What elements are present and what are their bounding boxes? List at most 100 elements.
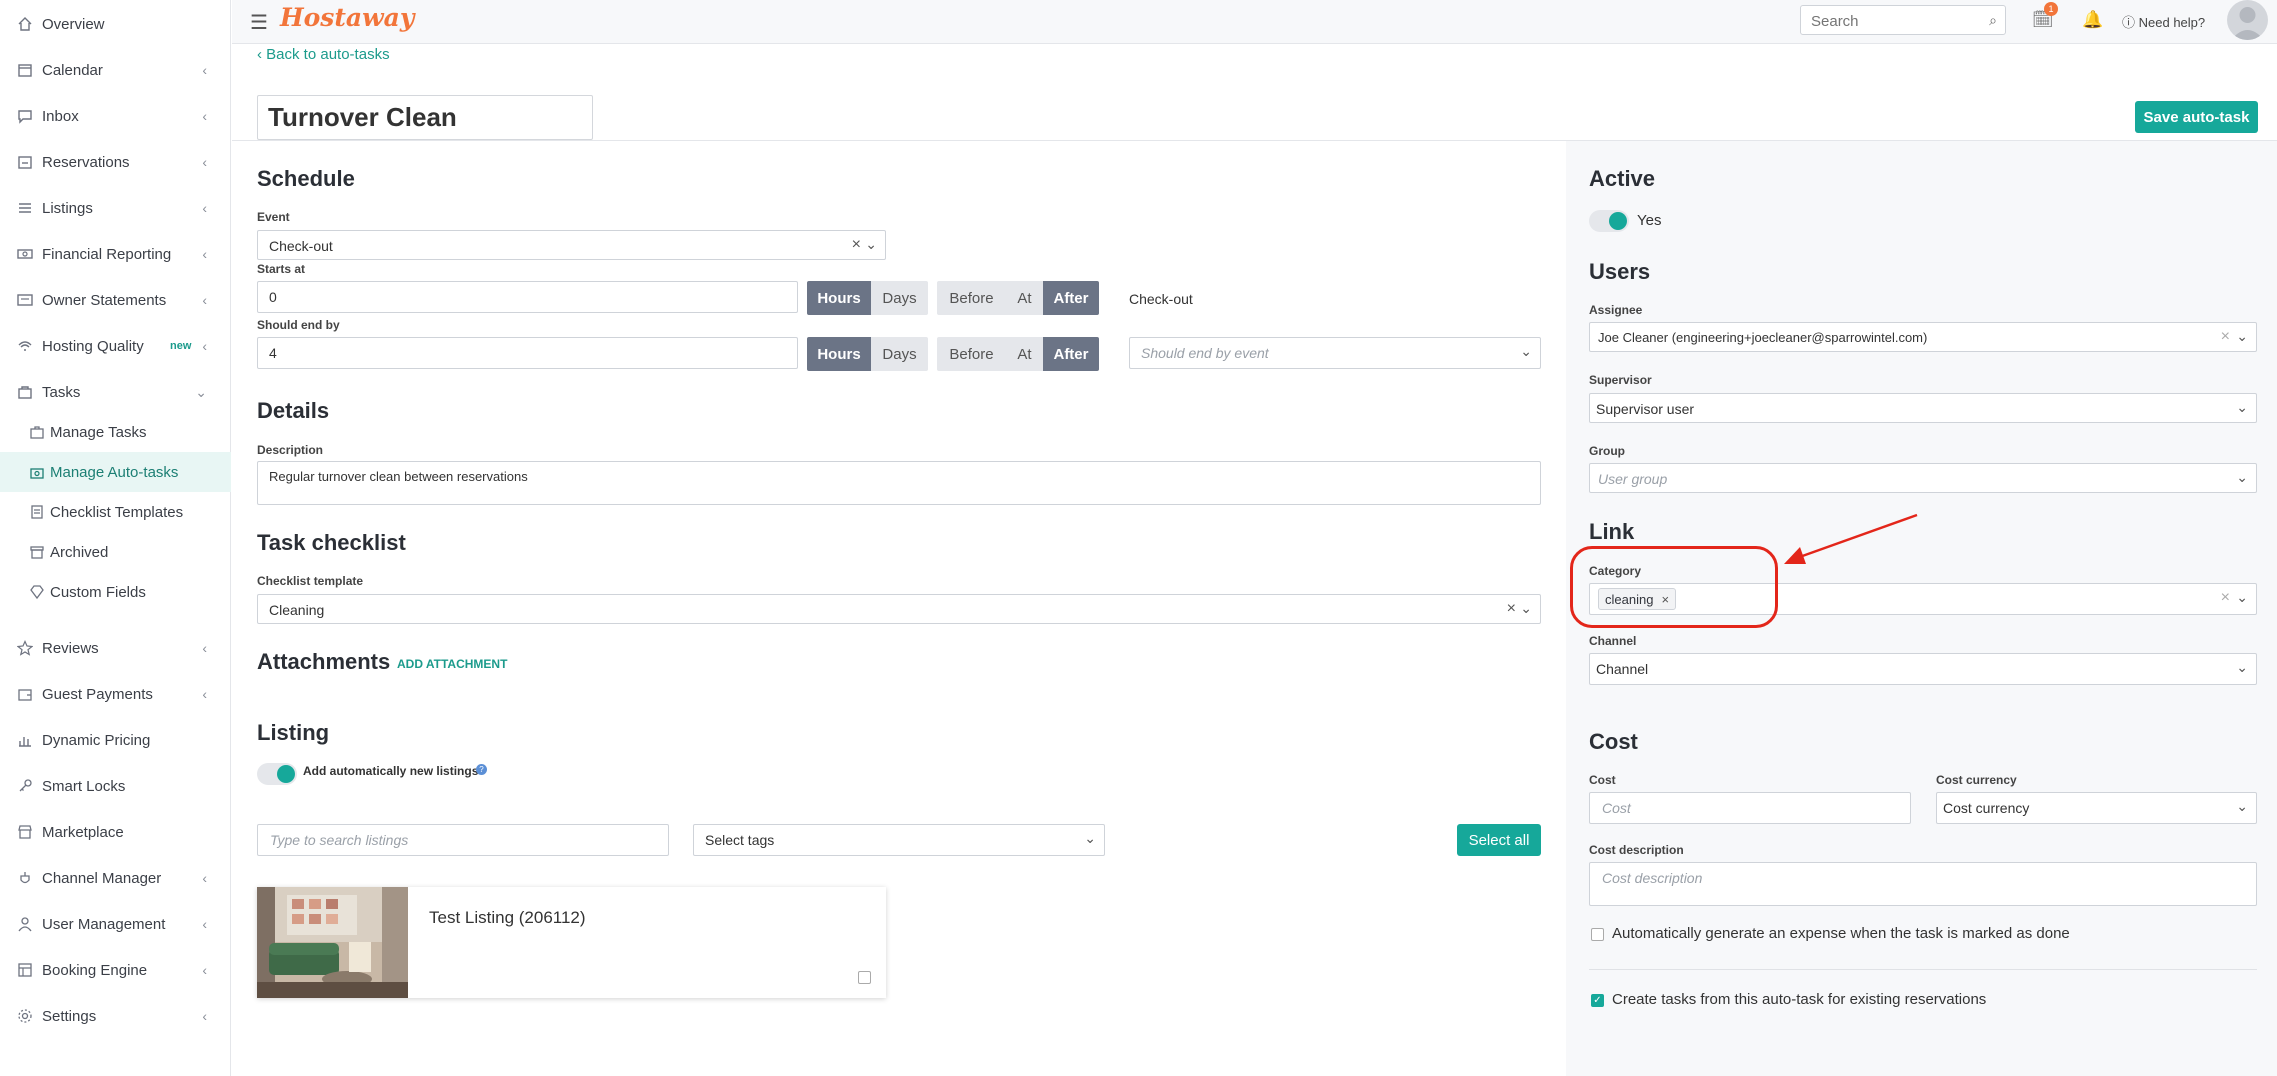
description-textarea[interactable]: Regular turnover clean between reservati… [257,461,1541,505]
cost-description-input[interactable] [1600,869,2230,887]
clear-icon[interactable]: × [1507,600,1516,618]
checklist-template-value: Cleaning [269,602,325,618]
hours-button[interactable]: Hours [807,337,871,371]
chevron-down-icon[interactable]: ⌄ [2236,798,2248,815]
event-select[interactable]: Check-out × ⌄ [257,230,886,260]
starts-event-text: Check-out [1129,291,1193,307]
channel-icon [15,868,35,888]
listing-search-field[interactable] [257,824,669,856]
sidebar-item-label: Inbox [42,107,79,125]
add-attachment-link[interactable]: ADD ATTACHMENT [397,657,507,671]
sidebar-item-smart-locks[interactable]: Smart Locks [0,766,231,806]
sidebar-item-manage-auto-tasks[interactable]: Manage Auto-tasks [0,452,231,492]
search-input[interactable] [1809,12,1979,31]
before-button[interactable]: Before [937,281,1006,315]
after-button[interactable]: After [1043,281,1099,315]
before-button[interactable]: Before [937,337,1006,371]
sidebar-item-guest-payments[interactable]: Guest Payments ‹ [0,674,231,714]
sidebar-item-user-management[interactable]: User Management ‹ [0,904,231,944]
sidebar-item-inbox[interactable]: Inbox ‹ [0,96,231,136]
avatar[interactable] [2227,0,2268,40]
sidebar-item-label: Dynamic Pricing [42,731,151,749]
bell-icon[interactable]: 🔔 [2082,10,2103,30]
sidebar-item-manage-tasks[interactable]: Manage Tasks [0,412,231,452]
hours-button[interactable]: Hours [807,281,871,315]
sidebar-item-tasks[interactable]: Tasks ⌄ [0,372,231,412]
info-icon[interactable]: ? [476,764,487,775]
active-toggle[interactable] [1589,210,1629,232]
cost-description-field[interactable] [1589,862,2257,906]
remove-tag-icon[interactable]: × [1661,592,1669,607]
chevron-down-icon[interactable]: ⌄ [2236,328,2248,345]
supervisor-select[interactable]: Supervisor user ⌄ [1589,393,2257,423]
listing-card[interactable]: Test Listing (206112) [257,887,886,998]
save-auto-task-button[interactable]: Save auto-task [2135,101,2258,133]
search-icon[interactable]: ⌕ [1989,12,1997,29]
chevron-left-icon: ‹ [257,46,267,63]
days-button[interactable]: Days [871,281,928,315]
chevron-down-icon[interactable]: ⌄ [2236,399,2248,416]
starts-at-input[interactable]: 0 [257,281,798,313]
sidebar-item-reviews[interactable]: Reviews ‹ [0,628,231,668]
sidebar-item-checklist-templates[interactable]: Checklist Templates [0,492,231,532]
channel-select[interactable]: Channel ⌄ [1589,653,2257,685]
sidebar-item-booking-engine[interactable]: Booking Engine ‹ [0,950,231,990]
sidebar-item-channel-manager[interactable]: Channel Manager ‹ [0,858,231,898]
clear-icon[interactable]: × [2221,328,2230,346]
back-to-auto-tasks-link[interactable]: ‹ Back to auto-tasks [257,46,390,63]
home-icon [15,14,35,34]
group-label: Group [1589,444,1625,458]
chevron-down-icon[interactable]: ⌄ [1520,343,1532,360]
after-button[interactable]: After [1043,337,1099,371]
chevron-down-icon[interactable]: ⌄ [2236,469,2248,486]
task-title-input[interactable] [257,95,593,140]
cost-input[interactable] [1600,799,1890,817]
chevron-down-icon[interactable]: ⌄ [1520,600,1532,617]
cost-field[interactable] [1589,792,1911,824]
cost-currency-select[interactable]: Cost currency ⌄ [1936,792,2257,824]
select-tags-dropdown[interactable]: Select tags ⌄ [693,824,1105,856]
days-button[interactable]: Days [871,337,928,371]
search-box[interactable]: ⌕ [1800,5,2006,35]
help-link[interactable]: ⓘ Need help? [2122,12,2205,31]
sidebar-item-hosting-quality[interactable]: Hosting Quality new ‹ [0,326,231,366]
sidebar-item-dynamic-pricing[interactable]: Dynamic Pricing [0,720,231,760]
sidebar-item-settings[interactable]: Settings ‹ [0,996,231,1036]
sidebar-item-custom-fields[interactable]: Custom Fields [0,572,231,612]
at-button[interactable]: At [1006,281,1043,315]
listing-search-input[interactable] [268,831,453,849]
listing-select-checkbox[interactable] [858,971,871,984]
gear-icon [15,1006,35,1026]
auto-expense-checkbox[interactable] [1591,928,1604,941]
sidebar-item-label: Settings [42,1007,97,1025]
checklist-template-select[interactable]: Cleaning × ⌄ [257,594,1541,624]
chevron-down-icon[interactable]: ⌄ [2236,589,2248,606]
chevron-left-icon: ‹ [202,916,207,932]
chevron-down-icon[interactable]: ⌄ [1084,830,1096,847]
group-select[interactable]: User group ⌄ [1589,463,2257,493]
auto-add-listings-toggle[interactable] [257,763,297,785]
clear-icon[interactable]: × [2221,589,2230,607]
active-value: Yes [1637,212,1662,229]
sidebar-item-reservations[interactable]: Reservations ‹ [0,142,231,182]
sidebar-item-archived[interactable]: Archived [0,532,231,572]
hamburger-menu-icon[interactable]: ☰ [250,10,268,35]
chevron-down-icon[interactable]: ⌄ [865,236,877,253]
hostaway-logo[interactable]: Hostaway [280,3,414,32]
select-all-button[interactable]: Select all [1457,824,1541,856]
chevron-down-icon[interactable]: ⌄ [2236,659,2248,676]
assignee-select[interactable]: Joe Cleaner (engineering+joecleaner@spar… [1589,322,2257,352]
sidebar-item-overview[interactable]: Overview [0,4,231,44]
end-event-select[interactable]: Should end by event ⌄ [1129,337,1541,369]
sidebar-item-owner-statements[interactable]: Owner Statements ‹ [0,280,231,320]
sidebar-item-listings[interactable]: Listings ‹ [0,188,231,228]
at-button[interactable]: At [1006,337,1043,371]
sidebar-item-marketplace[interactable]: Marketplace [0,812,231,852]
create-existing-checkbox[interactable]: ✓ [1591,994,1604,1007]
sidebar-item-calendar[interactable]: Calendar ‹ [0,50,231,90]
category-select[interactable]: cleaning × × ⌄ [1589,583,2257,615]
sidebar-item-financial-reporting[interactable]: Financial Reporting ‹ [0,234,231,274]
should-end-input[interactable]: 4 [257,337,798,369]
clear-icon[interactable]: × [852,236,861,254]
auto-expense-label: Automatically generate an expense when t… [1612,925,2070,942]
